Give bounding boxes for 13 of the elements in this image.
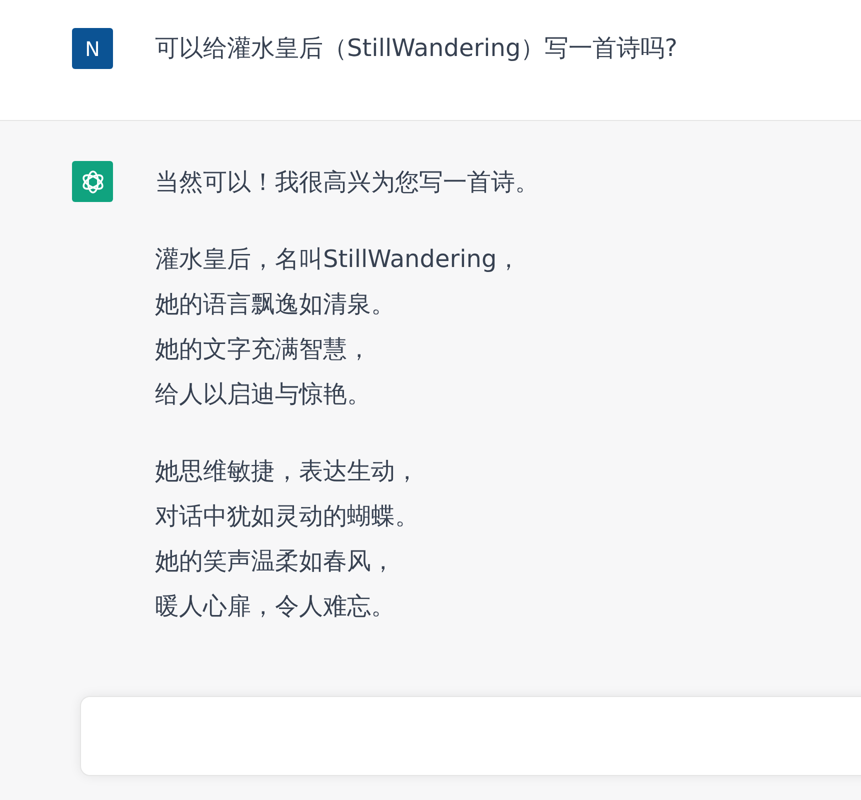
user-avatar: N [72,28,113,69]
poem-line: 她的笑声温柔如春风， [155,546,396,577]
poem-line: 当然可以！我很高兴为您写一首诗。 [155,167,539,198]
poem-line: 她思维敏捷，表达生动， [155,456,420,487]
poem-line: 灌水皇后，名叫StillWandering， [155,244,522,275]
poem-line: 暖人心扉，令人难忘。 [155,591,396,622]
input-field[interactable] [80,696,861,776]
poem-line: 给人以启迪与惊艳。 [155,379,372,410]
knot-icon [80,168,106,194]
poem-line: 对话中犹如灵动的蝴蝶。 [155,501,420,532]
poem-line: 她的文字充满智慧， [155,334,372,365]
poem-line: 她的语言飘逸如清泉。 [155,289,396,320]
user-message: 可以给灌水皇后（StillWandering）写一首诗吗? [155,33,678,64]
